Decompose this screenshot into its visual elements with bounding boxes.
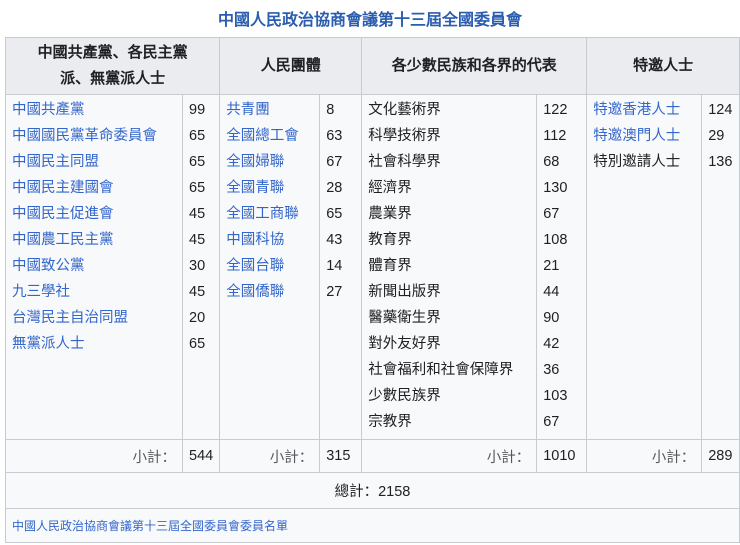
names-cell: 特邀香港人士 特邀澳門人士 特別邀請人士 [586, 94, 703, 440]
member-count: 65 [189, 154, 206, 170]
header-organizations: 人民團體 [219, 37, 363, 95]
body-row: 中國共產黨中國國民黨革命委員會 中國民主同盟 中國民主建國會 中國民主促進會 中國農工民… [5, 94, 740, 440]
member-count: 108 [543, 232, 568, 248]
member-count: 45 [189, 232, 206, 248]
member-count: 45 [189, 284, 206, 300]
member-name: 文化藝術界 [368, 102, 441, 118]
member-count: 112 [543, 128, 567, 144]
member-count: 65 [189, 128, 206, 144]
member-name: 對外友好界 [368, 336, 441, 352]
member-count: 67 [543, 206, 560, 222]
member-count: 136 [708, 154, 733, 170]
member-name: 科學技術界 [368, 128, 441, 144]
member-count: 42 [543, 336, 560, 352]
member-count: 43 [326, 232, 343, 248]
member-link[interactable]: 台灣民主自治同盟 [12, 310, 128, 326]
member-link[interactable]: 中國致公黨 [12, 258, 85, 274]
footer-row: 中國人民政治協商會議第十三屆全國委員會委員名單 [5, 508, 740, 543]
member-count: 124 [708, 102, 733, 118]
member-count: 103 [543, 388, 568, 404]
member-link[interactable]: 全國台聯 [226, 258, 284, 274]
member-link[interactable]: 中國民主促進會 [12, 206, 114, 222]
member-count: 8 [326, 102, 335, 118]
names-cell: 中國共產黨中國國民黨革命委員會 中國民主同盟 中國民主建國會 中國民主促進會 中國農工民… [5, 94, 183, 440]
member-count: 90 [543, 310, 560, 326]
member-count: 68 [543, 154, 560, 170]
subtotal-value: 544 [181, 439, 221, 473]
member-count: 65 [326, 206, 343, 222]
member-name: 社會科學界 [368, 154, 441, 170]
member-count: 36 [543, 362, 560, 378]
member-count: 99 [189, 102, 206, 118]
member-link[interactable]: 中國科協 [226, 232, 284, 248]
member-name: 特別邀請人士 [593, 154, 681, 170]
counts-cell: 8 63 67 28 65 43 14 27 [319, 94, 363, 440]
header-sectors: 各少數民族和各界的代表 [361, 37, 588, 95]
subtotal-value: 315 [319, 439, 363, 473]
subtotal-label: 小計： [586, 439, 703, 473]
member-count: 29 [708, 128, 725, 144]
header-special: 特邀人士 [586, 37, 740, 95]
member-link[interactable]: 共青團 [226, 102, 270, 118]
footer-link[interactable]: 中國人民政治協商會議第十三屆全國委員會委員名單 [12, 519, 288, 533]
subtotal-value: 289 [701, 439, 740, 473]
member-link[interactable]: 中國民主建國會 [12, 180, 114, 196]
member-name: 經濟界 [368, 180, 412, 196]
member-count: 67 [326, 154, 343, 170]
member-count: 27 [326, 284, 343, 300]
member-count: 21 [543, 258, 560, 274]
subtotal-row: 小計： 544 小計： 315 小計： 1010 小計： 289 [5, 439, 740, 473]
header-parties: 中國共產黨、各民主黨派、無黨派人士 [4, 37, 221, 95]
header-row: 中國共產黨、各民主黨派、無黨派人士 人民團體 各少數民族和各界的代表 特邀人士 [4, 37, 740, 95]
subtotal-label: 小計： [5, 439, 183, 473]
member-count: 67 [543, 414, 560, 430]
counts-cell: 122 112 68 130 67 108 21 44 90 42 36 103 67 [536, 94, 588, 440]
member-name: 少數民族界 [368, 388, 441, 404]
member-name: 農業界 [368, 206, 412, 222]
member-name: 醫藥衛生界 [368, 310, 441, 326]
member-name: 教育界 [368, 232, 412, 248]
member-name: 體育界 [368, 258, 412, 274]
member-link[interactable]: 全國婦聯 [226, 154, 284, 170]
member-name: 社會福利和社會保障界 [368, 362, 514, 378]
subtotal-value: 1010 [536, 439, 588, 473]
member-count: 65 [189, 180, 206, 196]
total-row: 總計：2158 [5, 472, 740, 509]
member-count: 30 [189, 258, 206, 274]
member-link[interactable]: 中國農工民主黨 [12, 232, 114, 248]
grand-total: 總計：2158 [5, 472, 740, 509]
member-count: 130 [543, 180, 568, 196]
member-link[interactable]: 全國僑聯 [226, 284, 284, 300]
member-count: 65 [189, 336, 206, 352]
member-count: 63 [326, 128, 343, 144]
counts-cell: 124 29 136 [701, 94, 740, 440]
counts-cell: 99 65 65 65 45 45 30 45 20 65 [181, 94, 221, 440]
subtotal-label: 小計： [361, 439, 538, 473]
member-link[interactable]: 中國民主同盟 [12, 154, 99, 170]
member-link[interactable]: 九三學社 [12, 284, 70, 300]
names-cell: 文化藝術界科學技術界社會科學界經濟界農業界教育界體育界新聞出版界醫藥衛生界對外友… [361, 94, 538, 440]
member-link[interactable]: 全國工商聯 [226, 206, 299, 222]
member-link[interactable]: 全國青聯 [226, 180, 284, 196]
member-count: 28 [326, 180, 343, 196]
member-name: 宗教界 [368, 414, 412, 430]
subtotal-label: 小計： [219, 439, 321, 473]
member-link[interactable]: 中國國民黨革命委員會 [12, 128, 157, 144]
member-link[interactable]: 全國總工會 [226, 128, 299, 144]
member-link[interactable]: 特邀香港人士 [593, 102, 680, 118]
member-link[interactable]: 特邀澳門人士 [593, 128, 680, 144]
member-count: 44 [543, 284, 560, 300]
member-count: 20 [189, 310, 206, 326]
member-count: 45 [189, 206, 206, 222]
member-link[interactable]: 中國共產黨 [12, 102, 85, 118]
member-count: 122 [543, 102, 568, 118]
names-cell: 共青團全國總工會全國婦聯全國青聯全國工商聯中國科協全國台聯全國僑聯 [219, 94, 321, 440]
committee-table: 中國共產黨、各民主黨派、無黨派人士 人民團體 各少數民族和各界的代表 特邀人士 … [4, 37, 740, 543]
member-name: 新聞出版界 [368, 284, 441, 300]
table-title: 中國人民政治協商會議第十三屆全國委員會 [217, 12, 522, 29]
member-link[interactable]: 無黨派人士 [12, 336, 85, 352]
member-count: 14 [326, 258, 343, 274]
